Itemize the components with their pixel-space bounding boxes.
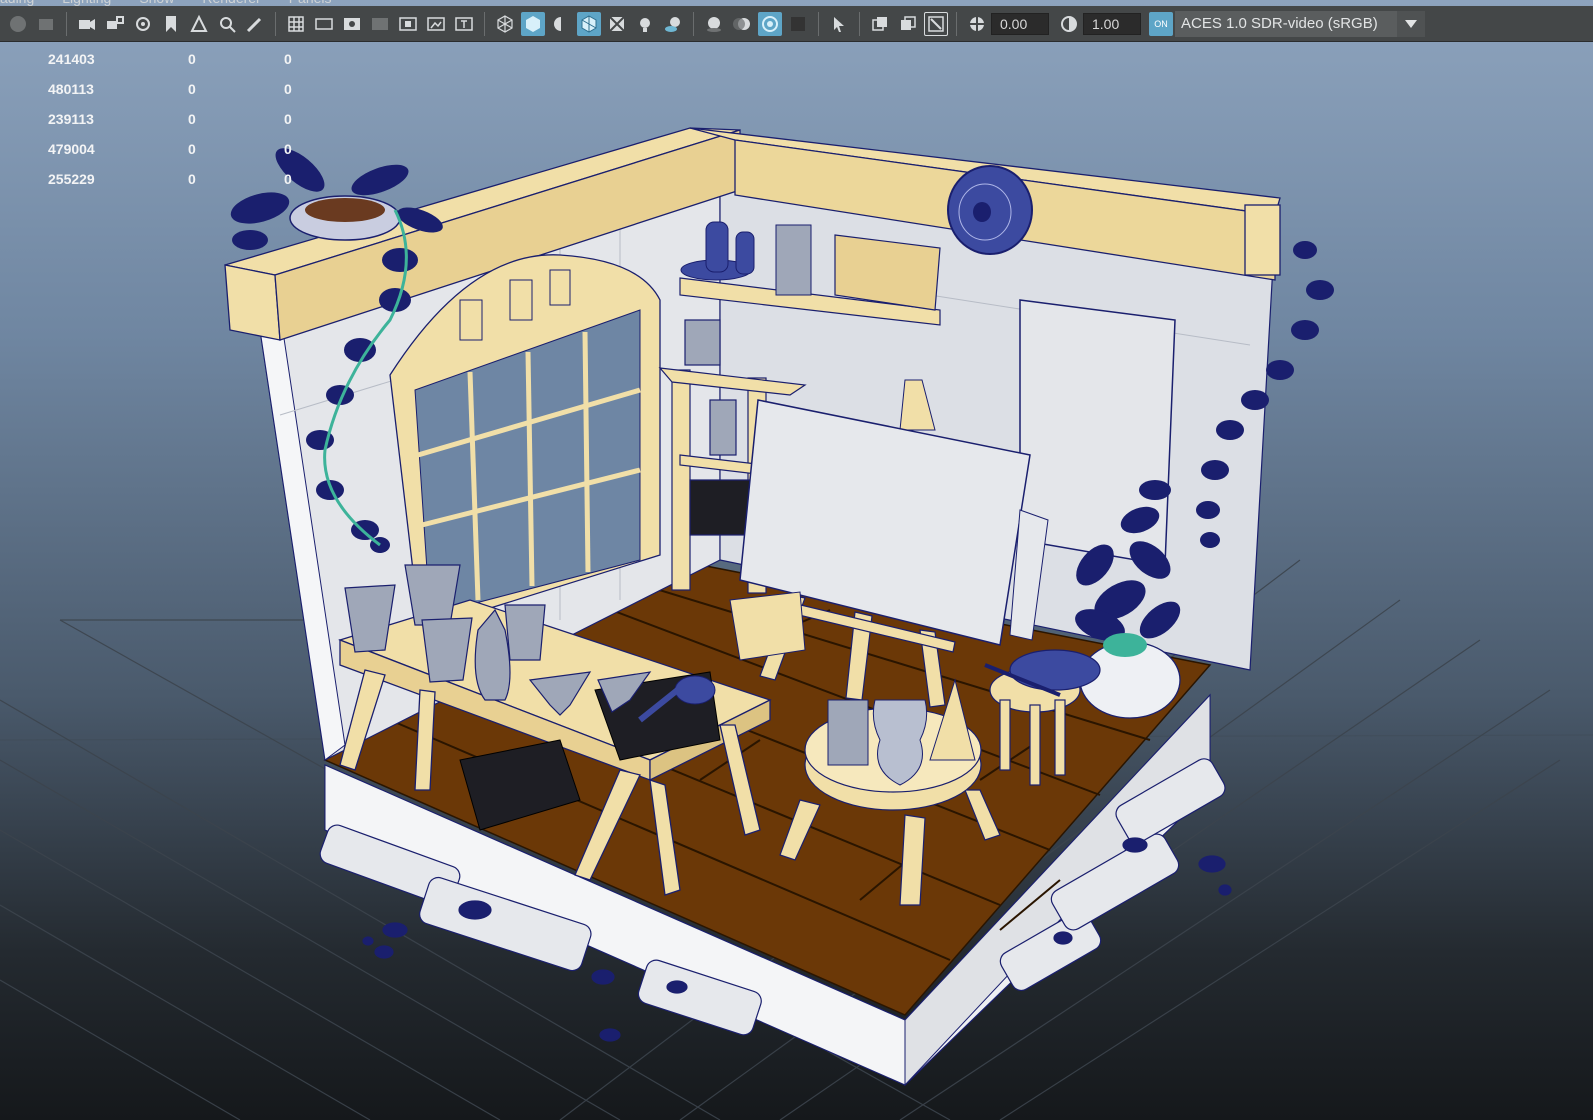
wall-basket (947, 165, 1033, 255)
textured-icon[interactable] (605, 12, 629, 36)
resolution-gate-icon[interactable] (340, 12, 364, 36)
gamma-field[interactable]: 1.00 (1083, 12, 1141, 35)
toolbar-separator (484, 11, 485, 36)
hud-row: 255229 0 0 (48, 171, 292, 187)
exposure-icon[interactable] (965, 12, 989, 36)
exposure-field[interactable]: 0.00 (991, 12, 1049, 35)
use-lights-icon[interactable] (633, 12, 657, 36)
depth-of-field-icon[interactable] (786, 12, 810, 36)
toolbar-separator (275, 11, 276, 36)
bookmark-icon[interactable] (159, 12, 183, 36)
xray-active-icon[interactable] (924, 11, 948, 36)
image-plane-icon[interactable] (187, 12, 211, 36)
wireframe-on-shaded-icon[interactable] (577, 11, 601, 36)
gamma-icon[interactable] (1057, 12, 1081, 36)
toolbar-separator (66, 11, 67, 36)
xray-icon[interactable] (868, 12, 892, 36)
isolate-select-icon[interactable] (827, 12, 851, 36)
xray-joints-icon[interactable] (896, 12, 920, 36)
color-management-icon[interactable]: ON (1149, 11, 1173, 36)
color-management-label: ON (1154, 18, 1168, 29)
poly-count-hud: 241403 0 0 480113 0 0 239113 0 0 479004 0 0 2552… (48, 44, 292, 194)
wireframe-icon[interactable] (493, 12, 517, 36)
2d-pan-zoom-icon[interactable] (215, 12, 239, 36)
camera-lock-icon[interactable] (103, 12, 127, 36)
color-space-label: ACES 1.0 SDR-video (sRGB) (1181, 15, 1378, 32)
smooth-shade-icon[interactable] (521, 11, 545, 36)
shadows-icon[interactable] (661, 12, 685, 36)
shade-sphere-icon[interactable] (6, 12, 30, 36)
field-chart-icon[interactable] (396, 12, 420, 36)
render-layers-icon[interactable] (34, 12, 58, 36)
screen-space-ao-icon[interactable] (702, 12, 726, 36)
safe-action-icon[interactable] (424, 12, 448, 36)
toolbar-separator (859, 11, 860, 36)
grid-icon[interactable] (284, 12, 308, 36)
camera-attributes-icon[interactable] (131, 12, 155, 36)
camera-icon[interactable] (75, 12, 99, 36)
film-gate-icon[interactable] (312, 12, 336, 36)
anti-aliasing-icon[interactable] (758, 11, 782, 36)
panel-toolbar: 0.00 1.00 ON ACES 1.0 SDR-video (sRGB) (0, 6, 1593, 42)
toolbar-separator (693, 11, 694, 36)
chevron-down-icon[interactable] (1397, 10, 1425, 37)
default-material-icon[interactable] (549, 12, 573, 36)
color-space-dropdown[interactable]: ACES 1.0 SDR-video (sRGB) (1175, 10, 1425, 37)
hud-row: 239113 0 0 (48, 111, 292, 127)
toolbar-separator (818, 11, 819, 36)
hud-row: 480113 0 0 (48, 81, 292, 97)
motion-blur-icon[interactable] (730, 12, 754, 36)
viewport-panel[interactable]: 241403 0 0 480113 0 0 239113 0 0 479004 0 0 2552… (0, 0, 1593, 1120)
safe-title-icon[interactable] (452, 12, 476, 36)
grease-pencil-icon[interactable] (243, 12, 267, 36)
gate-mask-icon[interactable] (368, 12, 392, 36)
hud-row: 479004 0 0 (48, 141, 292, 157)
toolbar-separator (956, 11, 957, 36)
hud-row: 241403 0 0 (48, 51, 292, 67)
